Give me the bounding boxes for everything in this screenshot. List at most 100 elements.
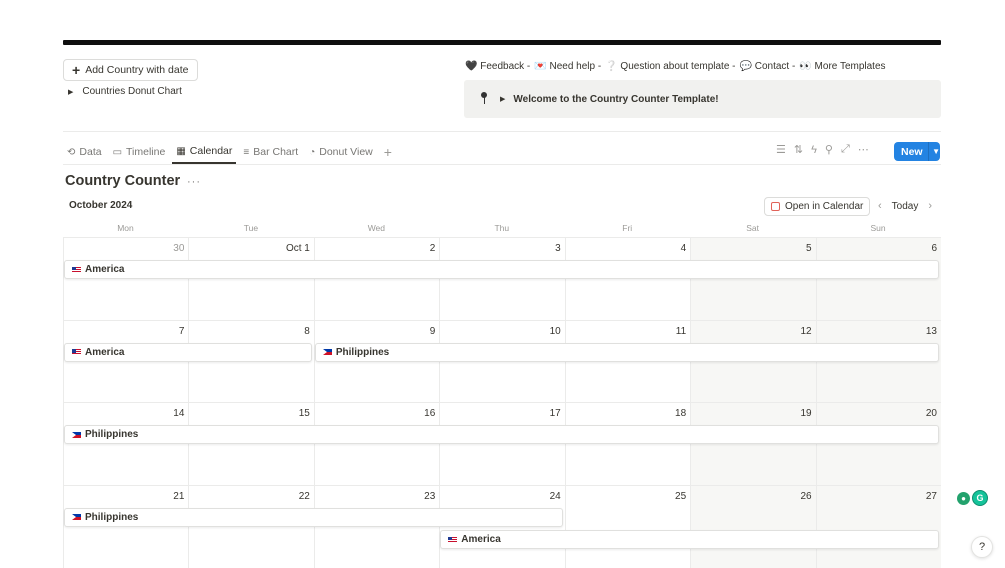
chevron-down-icon[interactable]: ▼ xyxy=(929,147,940,156)
calendar-day-cell[interactable]: 26 xyxy=(690,484,817,568)
toggle-label: Countries Donut Chart xyxy=(82,86,182,97)
event-label: Philippines xyxy=(85,429,139,440)
donut-icon: ◔ xyxy=(309,146,316,158)
day-number: 18 xyxy=(675,408,687,419)
chevron-left-icon[interactable]: ‹ xyxy=(878,200,882,212)
day-number: 20 xyxy=(925,408,937,419)
day-number: 15 xyxy=(298,408,310,419)
day-number: 14 xyxy=(173,408,185,419)
view-tabs: ⟲ Data ▭ Timeline ▦ Calendar ≡ Bar Chart ◔ Donut … xyxy=(63,140,396,164)
calendar-icon: ▦ xyxy=(176,145,186,157)
triangle-right-icon: ▶ xyxy=(500,96,506,103)
weekday-header: Mon xyxy=(117,223,134,233)
timeline-icon: ▭ xyxy=(112,146,123,158)
bar-chart-icon: ≡ xyxy=(243,146,250,158)
calendar-event[interactable]: America xyxy=(64,260,939,279)
calendar-event[interactable]: Philippines xyxy=(64,425,939,444)
more-icon[interactable]: ⋯ xyxy=(858,143,869,156)
plus-icon: + xyxy=(72,62,81,78)
day-number: 5 xyxy=(806,243,812,254)
add-country-button[interactable]: + Add Country with date xyxy=(63,59,198,81)
welcome-callout[interactable]: ▶ Welcome to the Country Counter Templat… xyxy=(464,80,941,118)
contact-link[interactable]: 💬 Contact - xyxy=(740,61,796,72)
triangle-right-icon: ▶ xyxy=(68,88,74,96)
expand-icon[interactable]: ⤢ xyxy=(841,143,850,156)
us-flag-icon xyxy=(72,266,81,273)
day-number: 8 xyxy=(304,325,310,337)
ph-flag-icon xyxy=(72,514,81,520)
today-button[interactable]: Today xyxy=(892,201,919,212)
open-in-calendar-label: Open in Calendar xyxy=(785,201,864,212)
automation-icon[interactable]: ϟ xyxy=(811,144,817,156)
day-number: 24 xyxy=(549,490,561,502)
add-country-label: Add Country with date xyxy=(85,64,189,76)
tab-label: Calendar xyxy=(189,145,233,157)
tab-donut-view[interactable]: ◔ Donut View xyxy=(305,140,377,164)
grammarly-icon[interactable]: G xyxy=(972,490,988,506)
donut-chart-toggle[interactable]: ▶ Countries Donut Chart xyxy=(68,86,182,97)
more-icon[interactable]: ··· xyxy=(187,176,201,188)
filter-icon[interactable]: ☰ xyxy=(776,143,786,156)
day-number: 30 xyxy=(173,243,185,254)
calendar-day-cell[interactable]: 27 xyxy=(815,484,941,568)
ph-flag-icon xyxy=(72,431,81,438)
tab-label: Data xyxy=(79,146,102,158)
tab-calendar[interactable]: ▦ Calendar xyxy=(172,140,237,164)
event-label: America xyxy=(461,534,501,545)
question-link[interactable]: ❔ Question about template - xyxy=(605,61,735,72)
search-icon[interactable]: ⚲ xyxy=(825,143,833,156)
calendar-grid: 30 Oct 1 2 3 4 5 6 7 8 9 10 11 12 13 14 15 16 17 18 19 20 21 2… xyxy=(63,237,941,568)
tab-label: Donut View xyxy=(319,146,373,158)
divider xyxy=(63,131,941,132)
need-help-link[interactable]: 💌 Need help - xyxy=(534,61,601,72)
calendar-event[interactable]: America xyxy=(64,342,312,362)
day-number: 4 xyxy=(680,243,687,254)
calendar-event[interactable]: Philippines xyxy=(314,342,939,362)
help-icon[interactable]: ? xyxy=(971,536,993,558)
us-flag-icon xyxy=(448,536,458,543)
calendar-icon xyxy=(771,202,780,211)
new-button[interactable]: New ▼ xyxy=(894,142,940,161)
new-button-label: New xyxy=(901,145,923,158)
day-number: 10 xyxy=(549,325,561,337)
day-number: 26 xyxy=(800,490,812,502)
tab-label: Timeline xyxy=(126,146,166,158)
day-number: 16 xyxy=(424,408,436,419)
calendar-event[interactable]: America xyxy=(440,530,939,549)
day-number: 9 xyxy=(429,325,436,337)
pin-icon xyxy=(478,92,490,106)
day-number: 6 xyxy=(931,243,937,254)
header-divider-bar xyxy=(63,40,941,45)
event-label: Philippines xyxy=(85,511,139,523)
day-number: 13 xyxy=(925,325,937,337)
day-number: 17 xyxy=(549,408,561,419)
tab-data[interactable]: ⟲ Data xyxy=(63,140,106,164)
day-number: 25 xyxy=(675,490,687,502)
more-templates-link[interactable]: 👀 More Templates xyxy=(799,61,885,72)
day-number: 22 xyxy=(298,490,310,502)
extension-icon[interactable]: ● xyxy=(957,491,970,505)
chevron-right-icon[interactable]: › xyxy=(928,200,932,212)
add-view-icon[interactable]: + xyxy=(380,144,396,160)
open-in-calendar-button[interactable]: Open in Calendar xyxy=(764,197,871,216)
day-number: 7 xyxy=(178,325,185,337)
day-number: 12 xyxy=(800,325,812,337)
day-number: Oct 1 xyxy=(285,243,310,254)
day-number: 3 xyxy=(555,243,561,254)
feedback-link[interactable]: 🖤 Feedback - xyxy=(465,61,530,72)
day-number: 2 xyxy=(429,243,436,254)
day-number: 27 xyxy=(925,490,937,502)
database-title: Country Counter xyxy=(65,173,181,189)
tab-label: Bar Chart xyxy=(253,146,299,158)
tab-bar-chart[interactable]: ≡ Bar Chart xyxy=(239,140,302,164)
view-toolbar: ☰ ⇅ ϟ ⚲ ⤢ ⋯ xyxy=(776,143,869,156)
tab-timeline[interactable]: ▭ Timeline xyxy=(109,140,170,164)
callout-text: Welcome to the Country Counter Template! xyxy=(513,93,719,105)
weekday-header: Sat xyxy=(746,223,760,233)
calendar-day-cell[interactable]: 25 xyxy=(564,484,692,568)
sort-icon[interactable]: ⇅ xyxy=(794,143,803,156)
day-number: 23 xyxy=(424,490,436,502)
calendar-event[interactable]: Philippines xyxy=(64,507,563,527)
help-links: 🖤 Feedback - 💌 Need help - ❔ Question ab… xyxy=(465,61,886,72)
event-label: America xyxy=(85,264,125,275)
